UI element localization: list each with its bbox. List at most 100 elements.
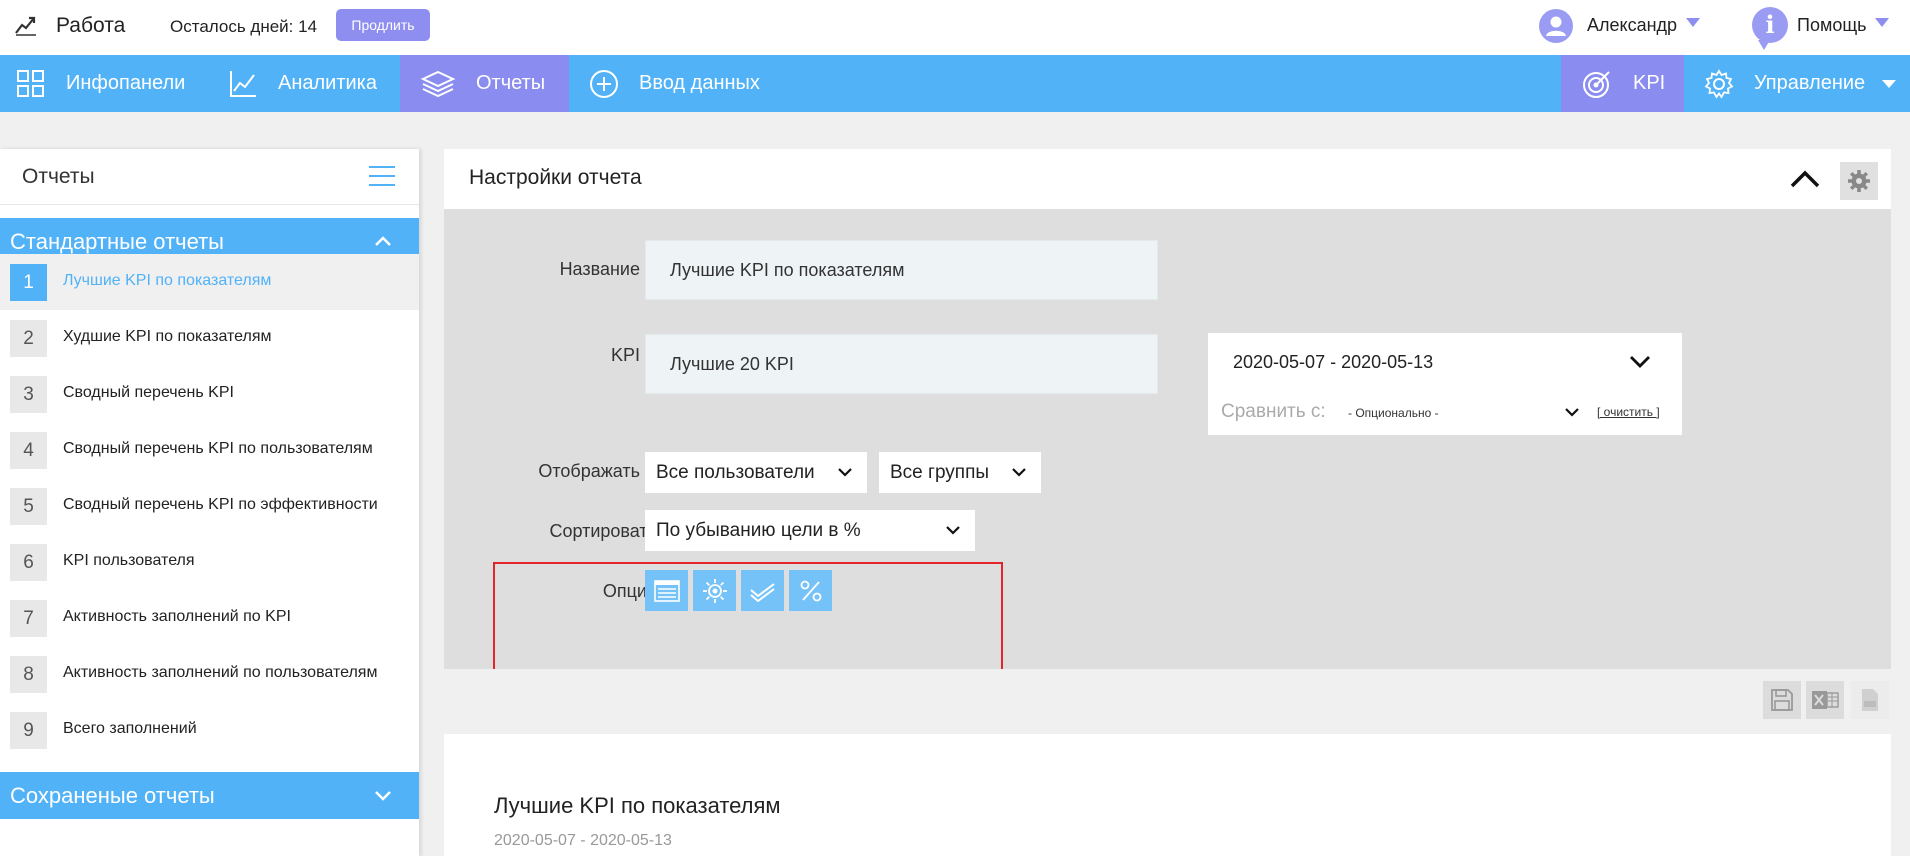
days-left-text: Осталось дней: 14 (170, 17, 318, 36)
nav-infopanels[interactable]: Инфопанели (16, 55, 185, 112)
pdf-file-icon (1862, 689, 1878, 711)
display-label: Отображать (538, 461, 640, 481)
sort-label: Сортировать (549, 521, 657, 541)
export-toolbar (444, 669, 1891, 734)
name-label: Название (559, 259, 640, 279)
saved-reports-label: Сохраненые отчеты (10, 783, 215, 808)
report-name-input[interactable]: Лучшие KPI по показателям (645, 240, 1158, 300)
option-percent-button[interactable] (789, 570, 832, 611)
report-label: Сводный перечень KPI по эффективности (63, 496, 378, 513)
table-icon (653, 579, 680, 602)
top-bar: Работа Осталось дней: 14 Продлить Алекса… (0, 0, 1910, 55)
nav-management[interactable]: Управление (1704, 55, 1897, 112)
report-item[interactable]: 7 Активность заполнений по KPI (0, 590, 419, 646)
report-number: 1 (10, 264, 47, 301)
user-avatar-icon[interactable] (1539, 9, 1573, 43)
plus-circle-icon (590, 69, 618, 98)
nav-management-label: Управление (1754, 72, 1866, 94)
nav-kpi-label: KPI (1633, 72, 1666, 94)
report-item[interactable]: 9 Всего заполнений (0, 702, 419, 758)
kpi-select[interactable]: Лучшие 20 KPI (645, 334, 1158, 394)
chevron-up-icon[interactable] (1789, 167, 1821, 189)
help-label[interactable]: Помощь (1797, 15, 1867, 36)
report-item[interactable]: 4 Сводный перечень KPI по пользователям (0, 422, 419, 478)
extend-button[interactable]: Продлить (336, 9, 430, 41)
nav-data-entry-label: Ввод данных (639, 72, 760, 94)
main-nav: Инфопанели Аналитика Отчеты Ввод данных (0, 55, 1910, 112)
option-trend-button[interactable] (741, 570, 784, 611)
report-label: Сводный перечень KPI (63, 384, 234, 401)
hamburger-menu-icon[interactable] (369, 166, 395, 188)
nav-data-entry[interactable]: Ввод данных (589, 55, 760, 112)
grid-icon (17, 69, 44, 97)
sort-dropdown[interactable]: По убыванию цели в % (645, 510, 975, 551)
report-label: Сводный перечень KPI по пользователям (63, 440, 373, 457)
save-report-button[interactable] (1763, 681, 1801, 719)
user-caret-icon[interactable] (1686, 18, 1700, 27)
report-title: Лучшие KPI по показателям (494, 793, 781, 818)
chevron-down-icon (375, 791, 391, 801)
user-name[interactable]: Александр (1587, 15, 1677, 36)
report-item[interactable]: 3 Сводный перечень KPI (0, 366, 419, 422)
double-check-trend-icon (749, 582, 775, 602)
gear-icon (1848, 170, 1870, 192)
trend-chart-icon (15, 16, 36, 36)
kpi-label: KPI (610, 345, 640, 365)
users-value: Все пользователи (656, 461, 815, 483)
analytics-chart-icon (230, 70, 256, 97)
chevron-down-icon[interactable] (1564, 407, 1580, 418)
nav-reports[interactable]: Отчеты (400, 55, 569, 112)
export-pdf-button[interactable] (1851, 681, 1889, 719)
report-label: Лучшие KPI по показателям (63, 272, 272, 289)
sun-icon (702, 578, 727, 603)
report-label: Всего заполнений (63, 720, 197, 737)
nav-analytics-label: Аналитика (278, 72, 377, 94)
brand-name[interactable]: Работа (56, 14, 125, 38)
report-number: 5 (10, 488, 47, 525)
nav-reports-label: Отчеты (476, 72, 546, 94)
help-caret-icon[interactable] (1875, 18, 1889, 27)
report-item[interactable]: 1 Лучшие KPI по показателям (0, 254, 419, 310)
layers-icon (420, 70, 456, 97)
option-sun-button[interactable] (693, 570, 736, 611)
report-item[interactable]: 5 Сводный перечень KPI по эффективности (0, 478, 419, 534)
excel-icon (1812, 691, 1839, 709)
chevron-down-icon[interactable] (1629, 355, 1651, 369)
panel-title: Настройки отчета (469, 166, 642, 189)
settings-gear-button[interactable] (1840, 162, 1878, 200)
target-icon (1583, 70, 1610, 98)
chevron-down-icon (946, 526, 960, 535)
report-number: 3 (10, 376, 47, 413)
sidebar-title: Отчеты (22, 165, 95, 188)
gear-icon (1704, 68, 1734, 99)
saved-reports-header[interactable]: Сохраненые отчеты (0, 772, 419, 819)
nav-kpi[interactable]: KPI (1561, 55, 1684, 112)
compare-label: Сравнить с: (1221, 401, 1326, 422)
report-number: 2 (10, 320, 47, 357)
report-label: KPI пользователя (63, 552, 195, 569)
export-excel-button[interactable] (1806, 681, 1844, 719)
date-range-value: 2020-05-07 - 2020-05-13 (1233, 352, 1434, 372)
report-number: 8 (10, 656, 47, 693)
sort-value: По убыванию цели в % (656, 519, 861, 541)
report-settings-panel: Настройки отчета Название Лучшие KPI по … (444, 149, 1891, 856)
nav-analytics[interactable]: Аналитика (228, 55, 377, 112)
option-table-button[interactable] (645, 570, 688, 611)
date-range-picker[interactable]: 2020-05-07 - 2020-05-13 Сравнить с: - Оп… (1208, 333, 1682, 435)
report-item[interactable]: 2 Худшие KPI по показателям (0, 310, 419, 366)
compare-select[interactable]: - Опционально - (1348, 406, 1439, 420)
info-icon[interactable]: i (1752, 7, 1788, 50)
chevron-up-icon (375, 236, 391, 246)
chevron-down-icon (1012, 468, 1026, 477)
groups-dropdown[interactable]: Все группы (879, 452, 1041, 493)
chevron-down-icon (1882, 79, 1897, 88)
panel-header: Настройки отчета (444, 149, 1891, 209)
report-item[interactable]: 8 Активность заполнений по пользователям (0, 646, 419, 702)
floppy-disk-icon (1771, 689, 1793, 711)
percent-icon (800, 580, 821, 601)
kpi-value: Лучшие 20 KPI (670, 353, 794, 374)
clear-compare-link[interactable]: [ очистить ] (1597, 405, 1660, 419)
options-label: Опции (602, 581, 657, 601)
report-item[interactable]: 6 KPI пользователя (0, 534, 419, 590)
users-dropdown[interactable]: Все пользователи (645, 452, 867, 493)
